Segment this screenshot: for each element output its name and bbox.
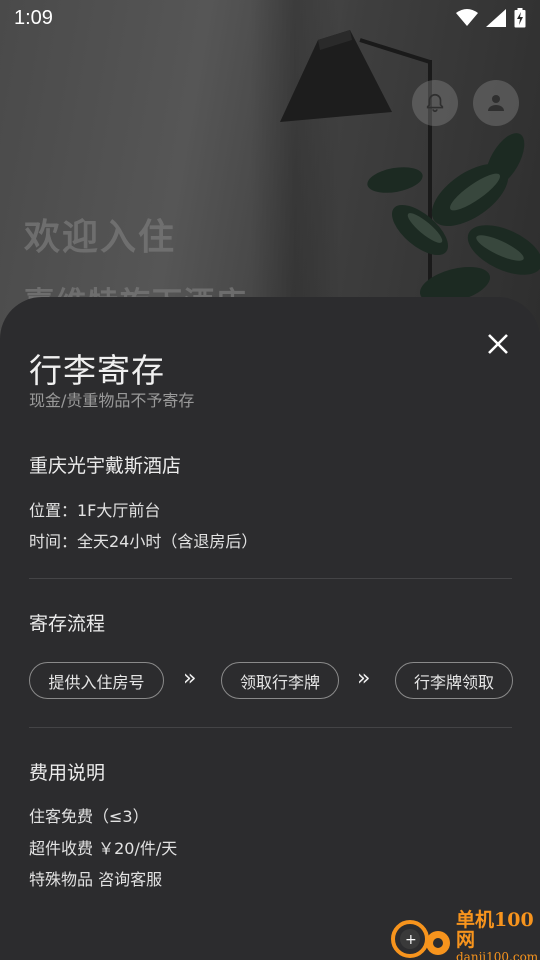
sheet-title: 行李寄存: [29, 351, 165, 390]
step-arrow: »: [357, 666, 371, 691]
close-button[interactable]: [482, 328, 514, 360]
step-chip-get-luggage-tag: 领取行李牌: [221, 662, 339, 699]
divider: [29, 578, 512, 579]
process-heading: 寄存流程: [29, 613, 106, 635]
watermark-url: danji100.com: [456, 950, 539, 960]
step-arrow: »: [183, 666, 197, 691]
step-chip-claim-with-tag: 行李牌领取: [395, 662, 513, 699]
notification-button[interactable]: [412, 80, 458, 126]
svg-text:+: +: [405, 932, 417, 948]
hero-background: 欢迎入住 嘉维特旋下酒店: [0, 0, 540, 340]
step-chip-provide-room-number: 提供入住房号: [29, 662, 164, 699]
hero-welcome-title: 欢迎入住: [24, 217, 177, 258]
wifi-icon: [456, 9, 478, 26]
watermark: + 单机100网 danji100.com: [388, 909, 540, 960]
fee-item: 住客免费（≤3）: [29, 807, 149, 826]
profile-button[interactable]: [473, 80, 519, 126]
fee-item: 超件收费 ￥20/件/天: [29, 839, 178, 858]
watermark-text: 单机100网 danji100.com: [456, 908, 540, 960]
hours-info: 时间：全天24小时（含退房后）: [29, 532, 258, 551]
status-bar: 1:09: [0, 0, 540, 36]
close-icon: [488, 334, 508, 354]
watermark-logo-icon: +: [391, 920, 450, 958]
hotel-name: 重庆光宇戴斯酒店: [29, 455, 182, 477]
user-icon: [488, 95, 504, 111]
divider: [29, 727, 512, 728]
status-icons: [456, 8, 526, 28]
sheet-subtitle: 现金/贵重物品不予寄存: [29, 391, 195, 410]
watermark-name: 单机100网: [456, 908, 534, 952]
fees-heading: 费用说明: [29, 762, 106, 784]
battery-charging-icon: [514, 8, 526, 28]
bell-icon: [426, 93, 444, 113]
cellular-signal-icon: [486, 9, 506, 27]
fee-item: 特殊物品 咨询客服: [29, 870, 163, 889]
location-info: 位置：1F大厅前台: [29, 501, 161, 520]
status-time: 1:09: [14, 6, 53, 29]
